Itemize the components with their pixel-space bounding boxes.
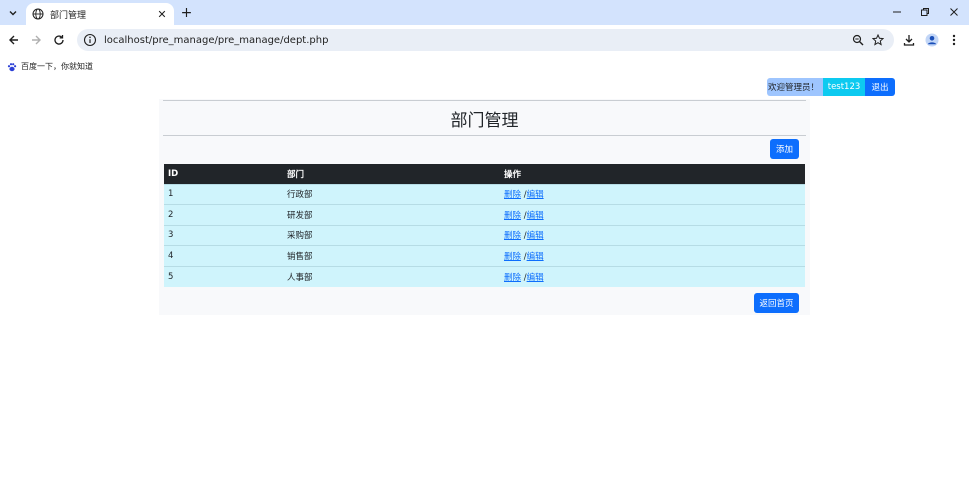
table-row: 2 研发部 删除 /编辑 bbox=[164, 204, 805, 226]
close-icon[interactable]: ✕ bbox=[156, 8, 168, 21]
url-text[interactable]: localhost/pre_manage/pre_manage/dept.php bbox=[104, 35, 328, 46]
edit-link[interactable]: 编辑 bbox=[527, 211, 544, 221]
chevron-down-icon[interactable] bbox=[4, 4, 22, 22]
delete-link[interactable]: 删除 bbox=[504, 190, 521, 200]
table-row: 4 销售部 删除 /编辑 bbox=[164, 245, 805, 267]
username-badge: test123 bbox=[823, 78, 866, 96]
profile-icon[interactable] bbox=[923, 31, 941, 49]
download-icon[interactable] bbox=[900, 31, 918, 49]
tab-strip: 部门管理 ✕ + bbox=[0, 0, 969, 25]
title-area: 部门管理 bbox=[163, 100, 806, 136]
table-row: 5 人事部 删除 /编辑 bbox=[164, 265, 805, 287]
bookmark-baidu[interactable]: 百度一下，你就知道 bbox=[7, 57, 93, 76]
browser-toolbar: localhost/pre_manage/pre_manage/dept.php bbox=[0, 25, 969, 55]
logout-button[interactable]: 退出 bbox=[865, 78, 896, 96]
plus-icon[interactable]: + bbox=[178, 4, 195, 21]
cell-dept-name: 人事部 bbox=[283, 265, 500, 287]
delete-link[interactable]: 删除 bbox=[504, 211, 521, 221]
cell-id: 4 bbox=[164, 245, 283, 267]
bookmark-label: 百度一下，你就知道 bbox=[21, 62, 93, 71]
cell-dept-name: 销售部 bbox=[283, 245, 500, 267]
edit-link[interactable]: 编辑 bbox=[527, 273, 544, 283]
cell-actions: 删除 /编辑 bbox=[500, 183, 805, 205]
table-row: 3 采购部 删除 /编辑 bbox=[164, 224, 805, 246]
column-header-id: ID bbox=[164, 164, 283, 184]
window-close-icon[interactable] bbox=[946, 4, 962, 20]
bookmarks-bar: 百度一下，你就知道 bbox=[0, 55, 969, 72]
page-title: 部门管理 bbox=[450, 110, 519, 131]
cell-dept-name: 研发部 bbox=[283, 204, 500, 226]
department-table: ID 部门 操作 1 行政部 删除 /编辑 2 研发部 删除 /编辑 3 采购部… bbox=[164, 164, 805, 287]
edit-link[interactable]: 编辑 bbox=[527, 231, 544, 241]
restore-icon[interactable] bbox=[917, 4, 933, 20]
cell-actions: 删除 /编辑 bbox=[500, 204, 805, 226]
globe-icon bbox=[32, 8, 44, 20]
cell-dept-name: 采购部 bbox=[283, 224, 500, 246]
column-header-dept: 部门 bbox=[283, 164, 500, 184]
info-icon[interactable] bbox=[83, 33, 97, 47]
table-row: 1 行政部 删除 /编辑 bbox=[164, 183, 805, 205]
cell-id: 5 bbox=[164, 265, 283, 287]
cell-id: 2 bbox=[164, 204, 283, 226]
cell-actions: 删除 /编辑 bbox=[500, 245, 805, 267]
delete-link[interactable]: 删除 bbox=[504, 231, 521, 241]
edit-link[interactable]: 编辑 bbox=[527, 252, 544, 262]
star-icon[interactable] bbox=[869, 31, 887, 49]
edit-link[interactable]: 编辑 bbox=[527, 190, 544, 200]
cell-actions: 删除 /编辑 bbox=[500, 265, 805, 287]
cell-id: 3 bbox=[164, 224, 283, 246]
welcome-text: 欢迎管理员！ bbox=[767, 78, 824, 96]
browser-tab[interactable]: 部门管理 ✕ bbox=[26, 3, 174, 25]
arrow-left-icon[interactable] bbox=[5, 31, 23, 49]
tab-title: 部门管理 bbox=[50, 10, 87, 21]
cell-dept-name: 行政部 bbox=[283, 183, 500, 205]
arrow-right-icon[interactable] bbox=[27, 31, 45, 49]
add-button[interactable]: 添加 bbox=[770, 139, 799, 159]
baidu-paw-icon bbox=[7, 57, 17, 76]
user-bar: 欢迎管理员！ test123 退出 bbox=[767, 78, 896, 96]
address-bar[interactable]: localhost/pre_manage/pre_manage/dept.php bbox=[77, 29, 894, 51]
delete-link[interactable]: 删除 bbox=[504, 273, 521, 283]
cell-id: 1 bbox=[164, 183, 283, 205]
minimize-icon[interactable] bbox=[889, 4, 905, 20]
zoom-icon[interactable] bbox=[849, 31, 867, 49]
back-home-button[interactable]: 返回首页 bbox=[754, 293, 799, 313]
cell-actions: 删除 /编辑 bbox=[500, 224, 805, 246]
kebab-menu-icon[interactable] bbox=[945, 31, 963, 49]
column-header-actions: 操作 bbox=[500, 164, 805, 184]
table-header-row: ID 部门 操作 bbox=[164, 164, 805, 184]
delete-link[interactable]: 删除 bbox=[504, 252, 521, 262]
reload-icon[interactable] bbox=[50, 31, 68, 49]
